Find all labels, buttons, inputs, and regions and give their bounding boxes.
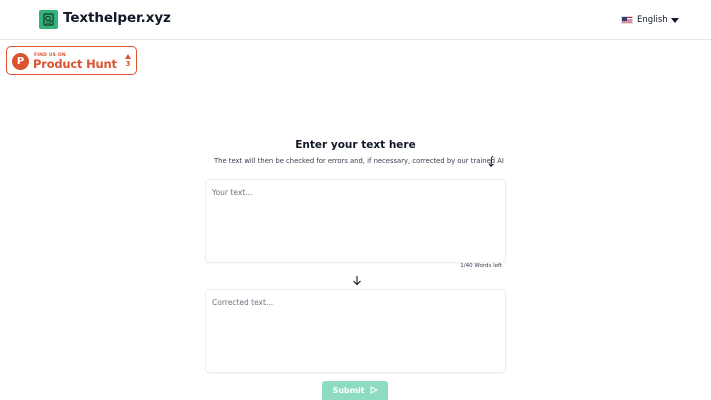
- upvote-count: 3: [125, 60, 131, 68]
- caret-down-icon: [670, 17, 679, 23]
- page-subtitle: The text will then be checked for errors…: [214, 157, 504, 165]
- upvote-triangle-icon: [125, 54, 131, 59]
- send-play-icon: [370, 386, 378, 394]
- texthelper-logo-icon[interactable]: [39, 10, 58, 29]
- language-label: English: [637, 15, 668, 25]
- corrected-text-output[interactable]: [206, 290, 505, 372]
- word-counter: 1/40 Words left: [460, 263, 502, 269]
- arrow-down-icon: [353, 276, 361, 286]
- product-hunt-badge[interactable]: P FIND US ON Product Hunt 3: [6, 46, 137, 75]
- language-selector[interactable]: English: [621, 13, 679, 27]
- page-title: Enter your text here: [295, 139, 416, 151]
- text-input[interactable]: [206, 180, 505, 262]
- curved-arrow-down-icon: [488, 155, 494, 168]
- top-navbar: Texthelper.xyz English: [0, 0, 711, 40]
- submit-label: Submit: [332, 385, 365, 395]
- brand-name[interactable]: Texthelper.xyz: [63, 10, 171, 26]
- us-flag-icon: [621, 16, 633, 24]
- product-hunt-name: Product Hunt: [33, 57, 117, 71]
- product-hunt-logo-icon: P: [12, 53, 29, 70]
- submit-button[interactable]: Submit: [322, 381, 388, 400]
